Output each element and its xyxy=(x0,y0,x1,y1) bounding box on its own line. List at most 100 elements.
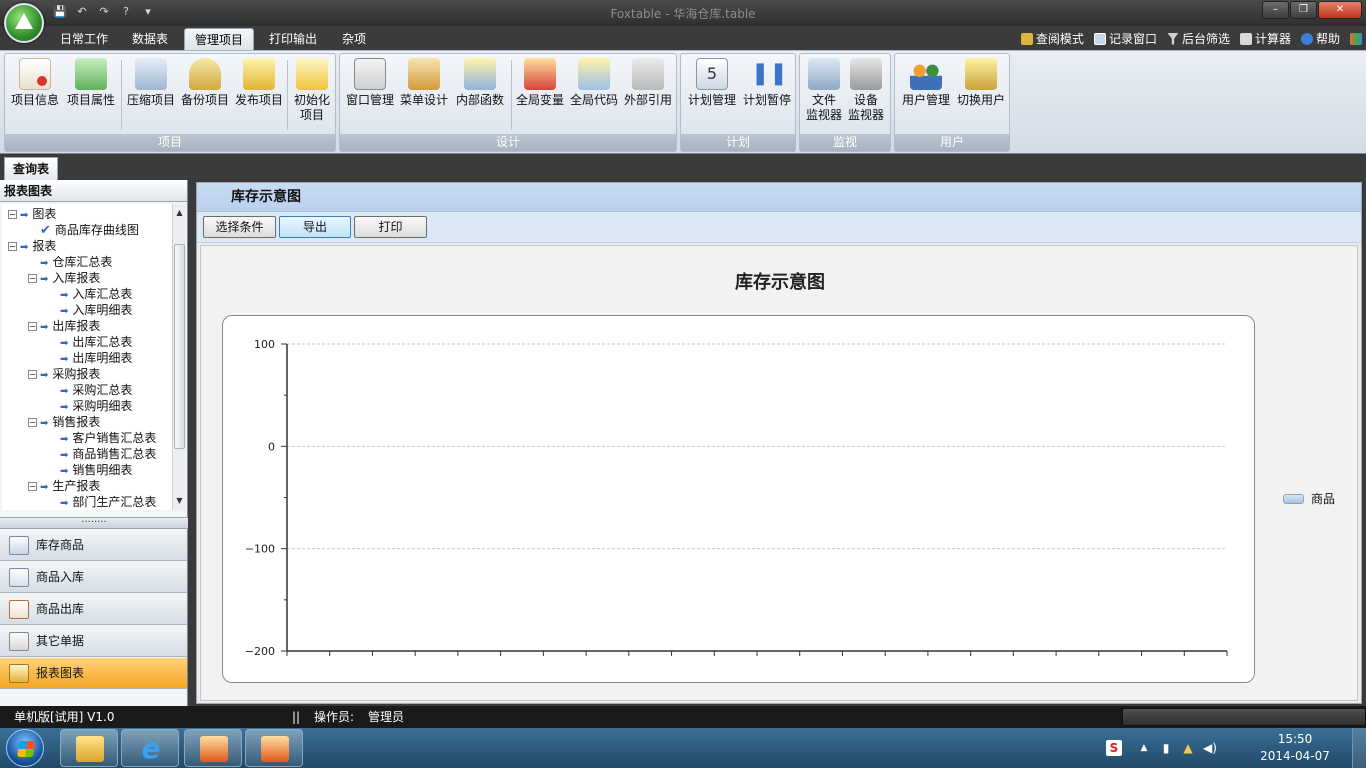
tree-node[interactable]: − ➡ 销售报表 xyxy=(28,414,100,430)
tab-daily-work[interactable]: 日常工作 xyxy=(52,28,116,50)
panel-splitter[interactable]: ········ xyxy=(0,517,188,529)
document-tab-strip: 查询表 xyxy=(0,155,1366,180)
print-button[interactable]: 打印 xyxy=(354,216,427,238)
tree-node-label: 商品销售汇总表 xyxy=(72,447,157,461)
publish-project-label: 发布项目 xyxy=(234,93,283,107)
calendar-icon: 5 xyxy=(696,58,728,90)
tree-node[interactable]: ➡ 部门生产汇总表 xyxy=(60,494,156,510)
nav-goods-outbound[interactable]: 商品出库 xyxy=(0,594,187,625)
tab-data-tables[interactable]: 数据表 xyxy=(122,28,178,50)
file-monitor-button[interactable]: 文件 监视器 xyxy=(802,58,846,123)
tree-node[interactable]: ✔ 商品库存曲线图 xyxy=(40,222,139,238)
backup-project-button[interactable]: 备份项目 xyxy=(177,58,233,108)
taskbar-foxtable-1[interactable] xyxy=(184,729,242,767)
tab-query-table[interactable]: 查询表 xyxy=(4,157,58,180)
clock[interactable]: 15:50 2014-04-07 xyxy=(1260,731,1330,765)
collapse-toggle-icon[interactable]: − xyxy=(28,370,37,379)
tree-node[interactable]: ➡ 客户销售汇总表 xyxy=(60,430,156,446)
nav-inventory-goods[interactable]: 库存商品 xyxy=(0,530,187,561)
global-variables-button[interactable]: 全局变量 xyxy=(512,58,568,108)
nav-other-documents[interactable]: 其它单据 xyxy=(0,626,187,657)
collapse-toggle-icon[interactable]: − xyxy=(8,242,17,251)
close-button[interactable]: ✕ xyxy=(1318,1,1362,19)
collapse-toggle-icon[interactable]: − xyxy=(8,210,17,219)
menu-design-button[interactable]: 菜单设计 xyxy=(396,58,452,108)
device-icon[interactable]: ▮ xyxy=(1158,740,1174,756)
tree-scrollbar[interactable]: ▲ ▼ xyxy=(172,204,186,510)
tab-misc[interactable]: 杂项 xyxy=(334,28,374,50)
switch-user-button[interactable]: 切换用户 xyxy=(953,58,1009,108)
network-icon[interactable]: ▲ xyxy=(1180,740,1196,756)
internal-functions-button[interactable]: 内部函数 xyxy=(450,58,510,108)
external-references-button[interactable]: 外部引用 xyxy=(620,58,676,108)
view-mode-button[interactable]: 查阅模式 xyxy=(1020,30,1084,47)
app-menu-orb[interactable] xyxy=(4,3,44,43)
tree-node[interactable]: ➡ 采购汇总表 xyxy=(60,382,132,398)
plan-manager-button[interactable]: 5 计划管理 xyxy=(683,58,741,108)
calculator-button[interactable]: 计算器 xyxy=(1239,30,1291,47)
taskbar-explorer[interactable] xyxy=(60,729,118,767)
tree-node[interactable]: − ➡ 出库报表 xyxy=(28,318,100,334)
select-conditions-button[interactable]: 选择条件 xyxy=(203,216,276,238)
background-filter-button[interactable]: 后台筛选 xyxy=(1166,30,1230,47)
internet-explorer-icon: e xyxy=(141,732,161,765)
nav-label: 库存商品 xyxy=(36,538,85,552)
tree-node[interactable]: ➡ 销售明细表 xyxy=(60,462,132,478)
volume-icon[interactable]: ◀) xyxy=(1202,740,1218,756)
collapse-toggle-icon[interactable]: − xyxy=(28,322,37,331)
start-button[interactable] xyxy=(6,729,44,767)
tree-node[interactable]: − ➡ 采购报表 xyxy=(28,366,100,382)
certificate-icon xyxy=(19,58,51,90)
project-properties-button[interactable]: 项目属性 xyxy=(63,58,119,108)
nav-reports-charts[interactable]: 报表图表 xyxy=(0,658,187,689)
tree-node-label: 入库报表 xyxy=(52,271,101,285)
tree-node[interactable]: − ➡ 生产报表 xyxy=(28,478,100,494)
tree-node[interactable]: ➡ 入库汇总表 xyxy=(60,286,132,302)
scroll-thumb[interactable] xyxy=(174,244,185,449)
record-window-button[interactable]: 记录窗口 xyxy=(1093,30,1157,47)
tree-node[interactable]: ➡ 出库明细表 xyxy=(60,350,132,366)
scroll-down-icon[interactable]: ▼ xyxy=(173,494,186,508)
global-code-button[interactable]: 全局代码 xyxy=(566,58,622,108)
minimize-button[interactable]: – xyxy=(1262,1,1289,19)
show-desktop-button[interactable] xyxy=(1352,728,1366,768)
filter-icon xyxy=(1166,32,1179,45)
collapse-toggle-icon[interactable]: − xyxy=(28,418,37,427)
tree-node[interactable]: − ➡ 报表 xyxy=(8,238,56,254)
compress-project-button[interactable]: 压缩项目 xyxy=(123,58,179,108)
tree-node[interactable]: ➡ 商品销售汇总表 xyxy=(60,446,156,462)
tree-node[interactable]: ➡ 仓库汇总表 xyxy=(40,254,112,270)
device-monitor-button[interactable]: 设备 监视器 xyxy=(844,58,888,123)
tree-node[interactable]: ➡ 入库明细表 xyxy=(60,302,132,318)
tree-node[interactable]: − ➡ 入库报表 xyxy=(28,270,100,286)
show-hidden-icons-icon[interactable]: ▲ xyxy=(1136,740,1152,756)
chart-toolbar: 选择条件 导出 打印 xyxy=(197,212,1361,243)
tab-manage-project[interactable]: 管理项目 xyxy=(184,28,254,50)
collapse-toggle-icon[interactable]: − xyxy=(28,274,37,283)
tab-print-output[interactable]: 打印输出 xyxy=(262,28,324,50)
maximize-button[interactable]: ❐ xyxy=(1290,1,1317,19)
user-management-button[interactable]: 用户管理 xyxy=(897,58,955,108)
tree-node[interactable]: ➡ 出库汇总表 xyxy=(60,334,132,350)
nav-goods-inbound[interactable]: 商品入库 xyxy=(0,562,187,593)
taskbar-foxtable-2[interactable] xyxy=(245,729,303,767)
plan-pause-button[interactable]: ❚❚ 计划暂停 xyxy=(739,58,795,108)
tree-node[interactable]: ➡ 采购明细表 xyxy=(60,398,132,414)
initialize-project-button[interactable]: 初始化 项目 xyxy=(289,58,335,123)
taskbar-ie[interactable]: e xyxy=(121,729,179,767)
collapse-toggle-icon[interactable]: − xyxy=(28,482,37,491)
help-button[interactable]: 帮助 xyxy=(1300,30,1340,47)
window-manager-button[interactable]: 窗口管理 xyxy=(342,58,398,108)
scroll-up-icon[interactable]: ▲ xyxy=(173,206,186,220)
users-menu-button[interactable] xyxy=(1350,30,1362,47)
project-info-button[interactable]: 项目信息 xyxy=(7,58,63,108)
code-icon xyxy=(578,58,610,90)
node-arrow-icon: ➡ xyxy=(40,482,49,493)
group-project: 项目信息 项目属性 压缩项目 备份项目 发布项目 初始化 项目 项目 xyxy=(4,53,336,152)
chart-container: 库存示意图 100 0 −100 −200 商品 xyxy=(200,245,1358,701)
tree-node[interactable]: − ➡ 图表 xyxy=(8,206,56,222)
export-button[interactable]: 导出 xyxy=(279,216,351,238)
publish-project-button[interactable]: 发布项目 xyxy=(231,58,287,108)
input-method-icon[interactable]: S xyxy=(1106,740,1122,756)
tools-icon xyxy=(408,58,440,90)
